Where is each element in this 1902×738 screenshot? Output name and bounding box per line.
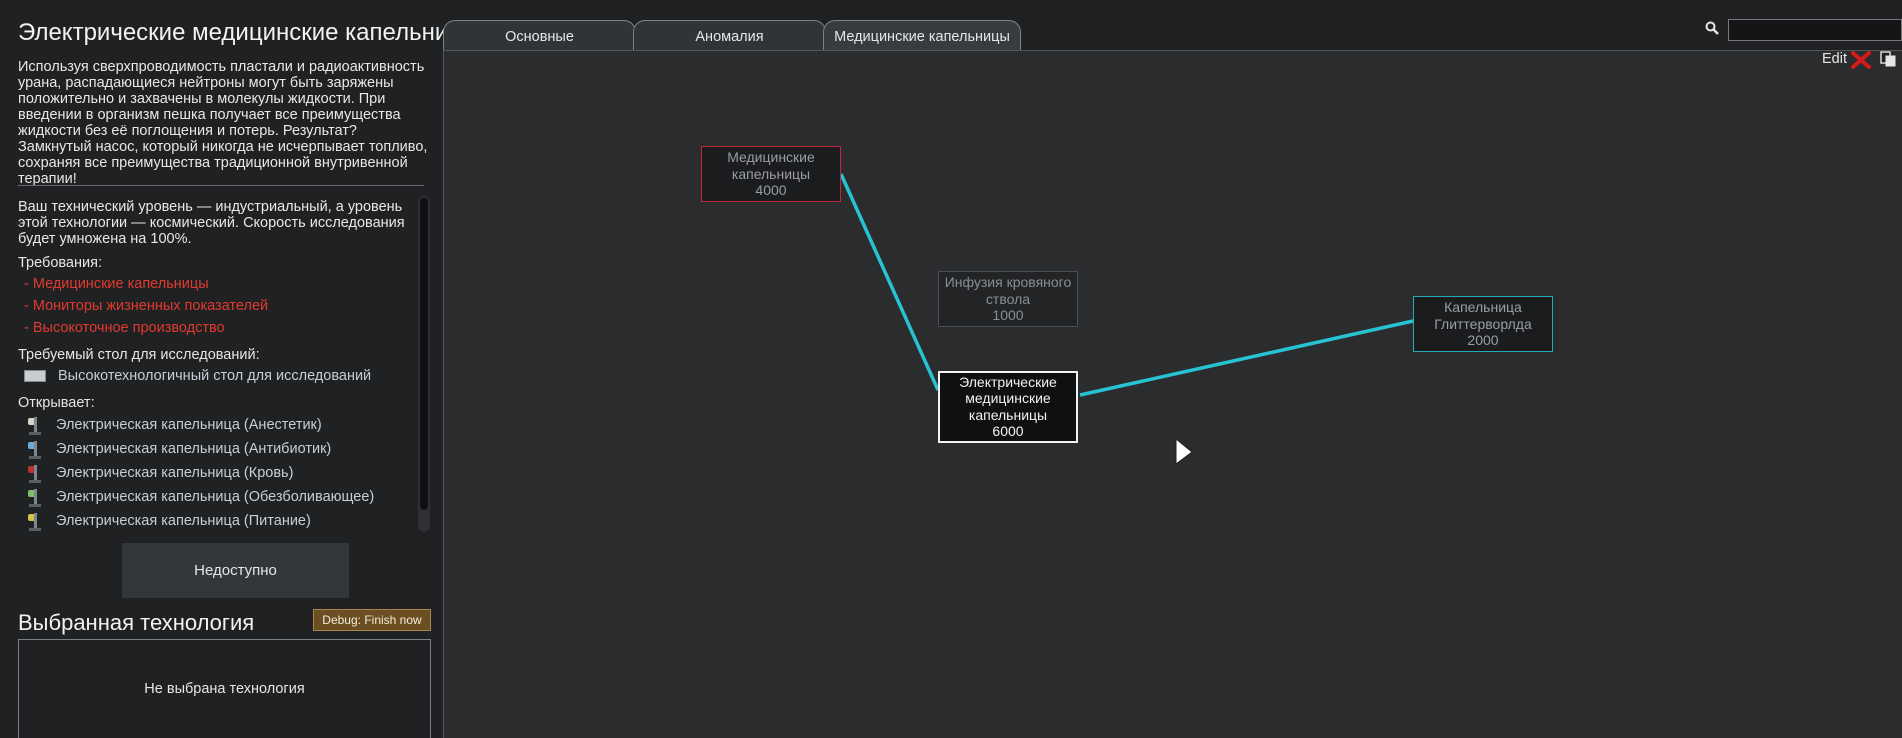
- research-tree-canvas[interactable]: [443, 50, 1902, 738]
- unlock-item-label: Электрическая капельница (Антибиотик): [56, 441, 332, 457]
- requirements-label: Требования:: [18, 255, 102, 271]
- tech-node-bloodstem-infusion[interactable]: Инфузия кровяного ствола 1000: [938, 271, 1078, 327]
- tech-info-scroll[interactable]: Ваш технический уровень — индустриальный…: [18, 196, 418, 532]
- iv-drip-icon: [24, 415, 46, 435]
- iv-drip-icon: [24, 487, 46, 507]
- research-status-button[interactable]: Недоступно: [122, 543, 349, 598]
- close-icon[interactable]: [1850, 49, 1872, 71]
- unlock-item[interactable]: Электрическая капельница (Антибиотик): [18, 437, 418, 461]
- unlock-item-label: Электрическая капельница (Кровь): [56, 465, 294, 481]
- mouse-cursor-icon: [1175, 438, 1193, 465]
- search-input[interactable]: [1728, 19, 1902, 41]
- research-bench-name: Высокотехнологичный стол для исследовани…: [58, 368, 372, 384]
- tech-node-cost: 4000: [755, 182, 787, 198]
- search-icon: [1705, 21, 1719, 35]
- research-bench-row: Высокотехнологичный стол для исследовани…: [18, 365, 418, 387]
- unlock-item[interactable]: Электрическая капельница (Анестетик): [18, 413, 418, 437]
- unlock-item[interactable]: Электрическая капельница (Питание): [18, 509, 418, 532]
- tech-node-cost: 1000: [992, 307, 1024, 323]
- tech-node-medical-drips[interactable]: Медицинские капельницы 4000: [701, 146, 841, 202]
- tab-medical-drips[interactable]: Медицинские капельницы: [823, 20, 1021, 52]
- tech-node-name: Капельница Глиттерворлда: [1434, 299, 1532, 332]
- tech-node-cost: 6000: [992, 423, 1024, 440]
- iv-drip-icon: [24, 511, 46, 531]
- tech-level-info: Ваш технический уровень — индустриальный…: [18, 199, 405, 247]
- requirement-item: - Высокоточное производство: [24, 320, 225, 336]
- selected-tech-box: Не выбрана технология: [18, 639, 431, 738]
- copy-icon[interactable]: [1880, 51, 1896, 67]
- tech-node-cost: 2000: [1467, 332, 1499, 348]
- tech-title: Электрические медицинские капельницы: [18, 19, 480, 46]
- tab-anomaly[interactable]: Аномалия: [633, 20, 826, 52]
- iv-drip-icon: [24, 439, 46, 459]
- unlock-item-label: Электрическая капельница (Анестетик): [56, 417, 322, 433]
- edit-label[interactable]: Edit: [1822, 51, 1847, 67]
- unlock-item-label: Электрическая капельница (Обезболивающее…: [56, 489, 375, 505]
- tech-node-name: Электрические медицинские капельницы: [959, 373, 1057, 423]
- unlock-item[interactable]: Электрическая капельница (Обезболивающее…: [18, 485, 418, 509]
- tech-description: Используя сверхпроводимость пластали и р…: [18, 59, 428, 187]
- requirement-item: - Мониторы жизненных показателей: [24, 298, 269, 314]
- bench-label: Требуемый стол для исследований:: [18, 347, 260, 363]
- research-bench-icon: [24, 370, 46, 382]
- scrollbar-thumb[interactable]: [420, 198, 428, 510]
- selected-tech-heading: Выбранная технология: [18, 610, 255, 635]
- unlocks-label: Открывает:: [18, 395, 95, 411]
- requirement-item: - Медицинские капельницы: [24, 276, 209, 292]
- tech-node-name: Инфузия кровяного ствола: [944, 274, 1072, 307]
- iv-drip-icon: [24, 463, 46, 483]
- divider: [18, 185, 424, 186]
- tech-detail-panel: Электрические медицинские капельницы Исп…: [0, 0, 479, 738]
- unlock-item[interactable]: Электрическая капельница (Кровь): [18, 461, 418, 485]
- debug-finish-button[interactable]: Debug: Finish now: [313, 609, 431, 631]
- scrollbar[interactable]: [418, 196, 430, 532]
- selected-tech-empty: Не выбрана технология: [144, 681, 305, 697]
- tech-node-name: Медицинские капельницы: [727, 149, 815, 182]
- tab-main[interactable]: Основные: [443, 20, 636, 52]
- unlock-item-label: Электрическая капельница (Питание): [56, 513, 311, 529]
- tech-node-glitterworld-drip[interactable]: Капельница Глиттерворлда 2000: [1413, 296, 1553, 352]
- tech-node-electric-drips[interactable]: Электрические медицинские капельницы 600…: [938, 371, 1078, 443]
